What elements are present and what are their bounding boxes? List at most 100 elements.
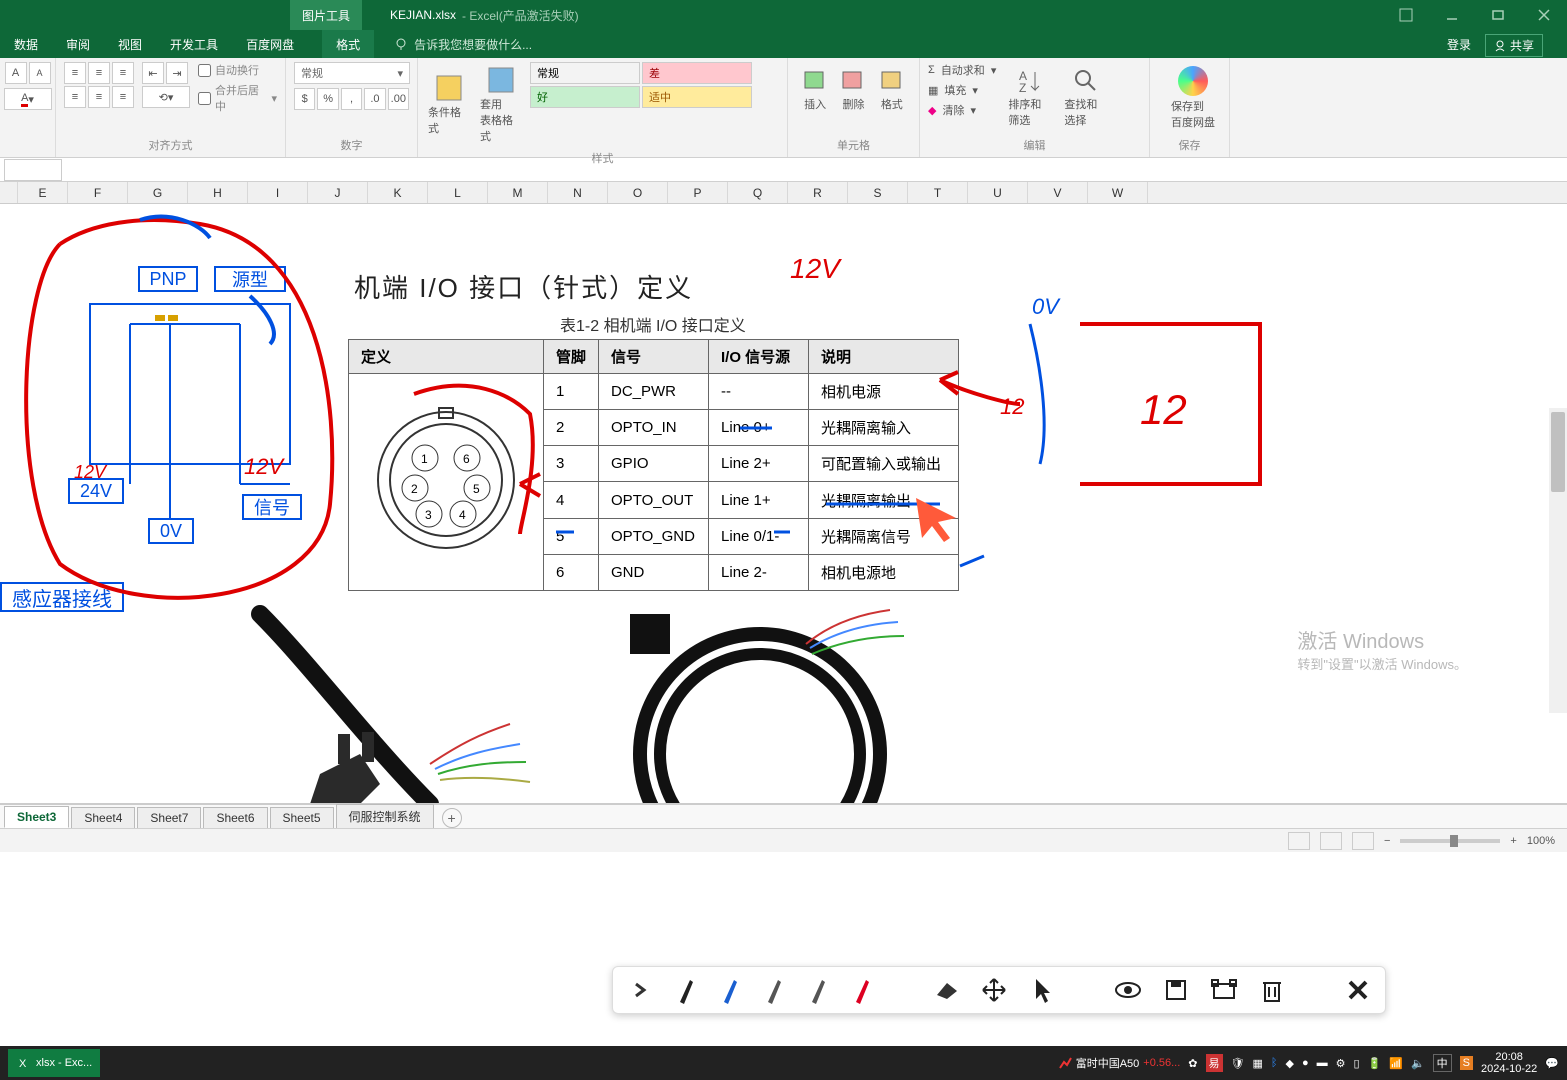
eye-toggle-button[interactable] — [1113, 975, 1143, 1005]
style-normal[interactable]: 常规 — [530, 62, 640, 84]
col-P[interactable]: P — [668, 182, 728, 203]
tray-volume-icon[interactable]: 🔈 — [1411, 1057, 1425, 1070]
tell-me-search[interactable]: 告诉我您想要做什么... — [394, 36, 532, 53]
close-toolbar-button[interactable] — [1343, 975, 1373, 1005]
select-all-corner[interactable] — [0, 182, 18, 203]
sheet-tab-servo[interactable]: 伺服控制系统 — [336, 804, 434, 828]
align-mid-button[interactable]: ≡ — [88, 62, 110, 84]
tray-icon[interactable]: ▯ — [1354, 1057, 1360, 1070]
col-R[interactable]: R — [788, 182, 848, 203]
tray-icon[interactable]: ▬ — [1317, 1057, 1328, 1069]
pen-gray-button[interactable] — [805, 974, 831, 1006]
sheet-tab-sheet4[interactable]: Sheet4 — [71, 807, 135, 828]
save-drawing-button[interactable] — [1161, 975, 1191, 1005]
increase-font-button[interactable]: A — [5, 62, 27, 84]
col-O[interactable]: O — [608, 182, 668, 203]
delete-drawing-button[interactable] — [1257, 975, 1287, 1005]
align-top-button[interactable]: ≡ — [64, 62, 86, 84]
comma-button[interactable]: , — [341, 88, 362, 110]
col-K[interactable]: K — [368, 182, 428, 203]
zoom-level[interactable]: 100% — [1527, 835, 1555, 847]
tray-bluetooth-icon[interactable]: ᛒ — [1271, 1057, 1278, 1069]
col-E[interactable]: E — [18, 182, 68, 203]
move-tool-button[interactable] — [979, 975, 1009, 1005]
sheet-tab-sheet3[interactable]: Sheet3 — [4, 806, 69, 828]
decrease-indent-button[interactable]: ⇤ — [142, 62, 164, 84]
orientation-button[interactable]: ⟲▾ — [142, 86, 190, 108]
font-color-button[interactable]: A ▾ — [4, 88, 52, 110]
percent-button[interactable]: % — [317, 88, 338, 110]
tab-view[interactable]: 视图 — [104, 30, 156, 58]
zoom-slider[interactable] — [1400, 839, 1500, 843]
col-H[interactable]: H — [188, 182, 248, 203]
baidu-save-button[interactable]: 保存到 百度网盘 — [1158, 62, 1228, 134]
inc-decimal-button[interactable]: .0 — [364, 88, 385, 110]
decrease-font-button[interactable]: A — [29, 62, 51, 84]
tab-format[interactable]: 格式 — [322, 30, 374, 58]
pen-olive-button[interactable] — [761, 974, 787, 1006]
col-W[interactable]: W — [1088, 182, 1148, 203]
wrap-text-checkbox[interactable] — [198, 64, 211, 77]
format-button[interactable]: 格式 — [873, 62, 911, 116]
pen-black-button[interactable] — [673, 974, 699, 1006]
maximize-button[interactable] — [1475, 0, 1521, 30]
autosum-button[interactable]: Σ自动求和 ▾ — [928, 62, 996, 78]
tab-devtools[interactable]: 开发工具 — [156, 30, 232, 58]
minimize-button[interactable] — [1429, 0, 1475, 30]
delete-button[interactable]: 删除 — [834, 62, 872, 116]
insert-button[interactable]: 插入 — [796, 62, 834, 116]
pointer-tool-button[interactable] — [1027, 975, 1057, 1005]
merge-checkbox[interactable] — [198, 92, 211, 105]
tray-icon[interactable]: ● — [1302, 1057, 1309, 1069]
align-bot-button[interactable]: ≡ — [112, 62, 134, 84]
collapse-toolbar-button[interactable] — [625, 975, 655, 1005]
col-U[interactable]: U — [968, 182, 1028, 203]
tray-icon[interactable]: ⚙ — [1336, 1057, 1346, 1070]
eraser-button[interactable] — [931, 975, 961, 1005]
col-G[interactable]: G — [128, 182, 188, 203]
taskbar-clock[interactable]: 20:08 2024-10-22 — [1481, 1051, 1537, 1075]
tray-shield-icon[interactable]: 🛡 — [1231, 1057, 1245, 1070]
zoom-in-button[interactable]: + — [1510, 835, 1516, 847]
style-good[interactable]: 好 — [530, 86, 640, 108]
tab-baidu[interactable]: 百度网盘 — [232, 30, 308, 58]
tray-icon[interactable]: ◆ — [1286, 1057, 1294, 1070]
worksheet-canvas[interactable]: /* gridlines drawn via repeated divs bel… — [0, 204, 1567, 804]
clear-button[interactable]: ◆清除 ▾ — [928, 102, 996, 118]
table-format-button[interactable]: 套用 表格格式 — [478, 62, 524, 148]
page-layout-button[interactable] — [1320, 832, 1342, 850]
pen-red-button[interactable] — [849, 974, 875, 1006]
col-T[interactable]: T — [908, 182, 968, 203]
login-link[interactable]: 登录 — [1447, 36, 1471, 53]
sheet-tab-sheet6[interactable]: Sheet6 — [203, 807, 267, 828]
col-V[interactable]: V — [1028, 182, 1088, 203]
col-L[interactable]: L — [428, 182, 488, 203]
col-I[interactable]: I — [248, 182, 308, 203]
vertical-scrollbar[interactable] — [1549, 408, 1567, 713]
sheet-tab-sheet7[interactable]: Sheet7 — [137, 807, 201, 828]
sort-filter-button[interactable]: AZ 排序和筛选 — [1006, 62, 1052, 132]
dec-decimal-button[interactable]: .00 — [388, 88, 409, 110]
tray-icon[interactable]: ✿ — [1188, 1057, 1197, 1070]
col-S[interactable]: S — [848, 182, 908, 203]
align-left-button[interactable]: ≡ — [64, 86, 86, 108]
tray-battery-icon[interactable]: 🔋 — [1368, 1057, 1382, 1070]
tab-review[interactable]: 审阅 — [52, 30, 104, 58]
notification-center-button[interactable]: 💬 — [1545, 1057, 1559, 1070]
zoom-out-button[interactable]: − — [1384, 835, 1390, 847]
align-right-button[interactable]: ≡ — [112, 86, 134, 108]
tray-icon[interactable]: 易 — [1206, 1054, 1223, 1072]
increase-indent-button[interactable]: ⇥ — [166, 62, 188, 84]
tray-sogou-icon[interactable]: S — [1460, 1056, 1473, 1070]
share-button[interactable]: 共享 — [1485, 34, 1543, 57]
page-break-button[interactable] — [1352, 832, 1374, 850]
name-box[interactable] — [4, 159, 62, 181]
tray-wifi-icon[interactable]: 📶 — [1389, 1057, 1403, 1070]
normal-view-button[interactable] — [1288, 832, 1310, 850]
screenshot-button[interactable] — [1209, 975, 1239, 1005]
sheet-tab-sheet5[interactable]: Sheet5 — [270, 807, 334, 828]
close-button[interactable] — [1521, 0, 1567, 30]
tab-data[interactable]: 数据 — [0, 30, 52, 58]
conditional-format-button[interactable]: 条件格式 — [426, 62, 472, 148]
taskbar-excel-button[interactable]: X xlsx - Exc... — [8, 1049, 100, 1077]
